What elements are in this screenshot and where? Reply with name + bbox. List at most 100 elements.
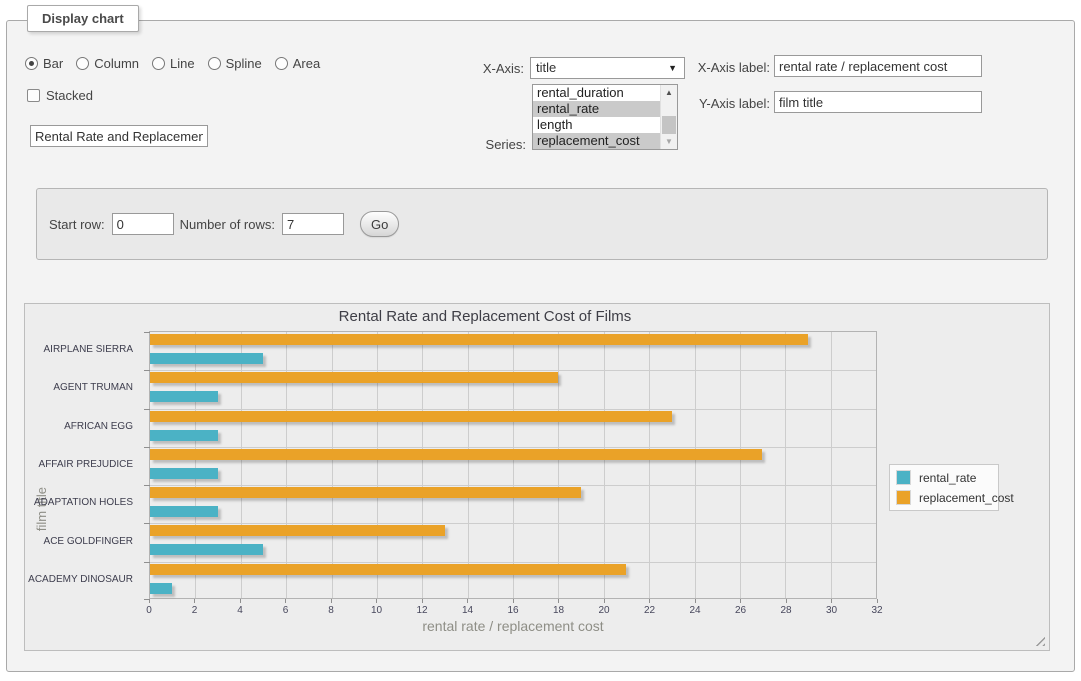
x-axis-label-caption: X-Axis label:: [637, 58, 770, 78]
chart-title: Rental Rate and Replacement Cost of Film…: [121, 308, 849, 325]
radio-icon[interactable]: [208, 57, 221, 70]
stacked-option: Stacked: [27, 88, 93, 103]
x-tick-mark: [240, 599, 241, 603]
bar-rental_rate: [150, 468, 218, 479]
bar-replacement_cost: [150, 411, 672, 422]
category-label: AIRPLANE SIERRA: [25, 344, 133, 356]
grid-line: [831, 332, 832, 598]
x-tick-mark: [558, 599, 559, 603]
x-tick-label: 28: [780, 605, 791, 616]
bar-rental_rate: [150, 544, 263, 555]
bar-rental_rate: [150, 583, 172, 594]
series-option[interactable]: length: [533, 117, 660, 133]
panel-title: Display chart: [27, 5, 139, 32]
legend-entry: replacement_cost: [896, 490, 992, 505]
y-tick-mark: [144, 409, 150, 410]
x-tick-label: 4: [237, 605, 243, 616]
category-label: AGENT TRUMAN: [25, 382, 133, 394]
radio-icon[interactable]: [76, 57, 89, 70]
x-axis-title: rental rate / replacement cost: [149, 618, 877, 634]
go-button[interactable]: Go: [360, 211, 399, 237]
rows-form: Start row: Number of rows: Go: [36, 188, 1048, 260]
y-axis-label-caption: Y-Axis label:: [637, 94, 770, 114]
y-tick-mark: [144, 562, 150, 563]
chart-container: Rental Rate and Replacement Cost of Film…: [24, 303, 1050, 651]
grid-line: [150, 447, 876, 448]
chart-type-bar[interactable]: Bar: [25, 56, 63, 71]
x-tick-label: 30: [826, 605, 837, 616]
x-tick-mark: [149, 599, 150, 603]
x-tick-mark: [422, 599, 423, 603]
chart-title-input[interactable]: [30, 125, 208, 147]
x-tick-label: 16: [507, 605, 518, 616]
bar-replacement_cost: [150, 564, 626, 575]
x-tick-label: 0: [146, 605, 152, 616]
y-tick-mark: [144, 447, 150, 448]
y-axis-label-input[interactable]: [774, 91, 982, 113]
resize-handle-icon[interactable]: [1034, 635, 1045, 646]
y-tick-mark: [144, 523, 150, 524]
chart-type-label[interactable]: Bar: [43, 56, 63, 71]
bar-rental_rate: [150, 353, 263, 364]
x-tick-mark: [740, 599, 741, 603]
radio-icon[interactable]: [275, 57, 288, 70]
grid-line: [150, 562, 876, 563]
x-tick-label: 26: [735, 605, 746, 616]
plot-area: [149, 331, 877, 599]
x-axis-label-input[interactable]: [774, 55, 982, 77]
grid-line: [785, 332, 786, 598]
x-tick-mark: [331, 599, 332, 603]
x-tick-mark: [467, 599, 468, 603]
chart-type-label[interactable]: Column: [94, 56, 139, 71]
legend-label: replacement_cost: [919, 491, 1014, 505]
grid-line: [150, 370, 876, 371]
x-tick-label: 6: [283, 605, 289, 616]
category-label: ACADEMY DINOSAUR: [25, 574, 133, 586]
chart-type-label[interactable]: Area: [293, 56, 320, 71]
num-rows-input[interactable]: [282, 213, 344, 235]
chart-type-column[interactable]: Column: [76, 56, 139, 71]
bar-replacement_cost: [150, 525, 445, 536]
x-tick-label: 20: [598, 605, 609, 616]
series-option[interactable]: replacement_cost: [533, 133, 660, 149]
radio-icon[interactable]: [25, 57, 38, 70]
x-tick-label: 24: [689, 605, 700, 616]
display-chart-panel: BarColumnLineSplineArea Stacked X-Axis: …: [6, 20, 1075, 672]
x-tick-mark: [649, 599, 650, 603]
grid-line: [649, 332, 650, 598]
chart-type-area[interactable]: Area: [275, 56, 320, 71]
num-rows-label: Number of rows:: [180, 217, 275, 232]
grid-line: [150, 485, 876, 486]
y-tick-mark: [144, 370, 150, 371]
chart-type-label[interactable]: Spline: [226, 56, 262, 71]
scroll-down-icon[interactable]: ▼: [661, 134, 677, 149]
x-tick-label: 8: [328, 605, 334, 616]
x-axis-caption: X-Axis:: [387, 59, 524, 79]
grid-line: [604, 332, 605, 598]
bar-replacement_cost: [150, 449, 762, 460]
x-tick-mark: [513, 599, 514, 603]
legend-entry: rental_rate: [896, 470, 992, 485]
grid-line: [150, 523, 876, 524]
x-tick-label: 10: [371, 605, 382, 616]
x-tick-mark: [194, 599, 195, 603]
start-row-input[interactable]: [112, 213, 174, 235]
stacked-checkbox[interactable]: [27, 89, 40, 102]
x-tick-label: 18: [553, 605, 564, 616]
x-tick-mark: [376, 599, 377, 603]
page: Display chart Bar Column Line Spline Area St…: [0, 0, 1081, 681]
chart-type-label[interactable]: Line: [170, 56, 195, 71]
radio-icon[interactable]: [152, 57, 165, 70]
x-tick-label: 14: [462, 605, 473, 616]
bar-rental_rate: [150, 506, 218, 517]
x-tick-label: 12: [416, 605, 427, 616]
legend-swatch: [896, 490, 911, 505]
bar-replacement_cost: [150, 334, 808, 345]
x-tick-mark: [877, 599, 878, 603]
stacked-label[interactable]: Stacked: [46, 88, 93, 103]
y-tick-mark: [144, 485, 150, 486]
legend-label: rental_rate: [919, 471, 976, 485]
series-caption: Series:: [387, 135, 526, 155]
chart-type-line[interactable]: Line: [152, 56, 195, 71]
chart-type-spline[interactable]: Spline: [208, 56, 262, 71]
